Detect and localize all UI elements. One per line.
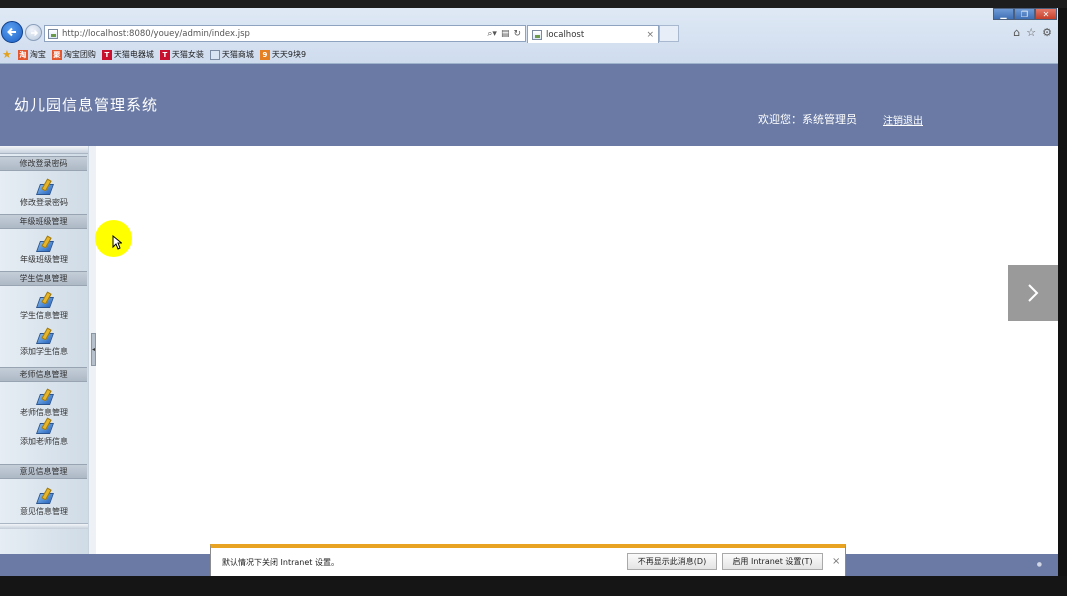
screen-top-strip <box>0 0 1067 8</box>
forward-button[interactable] <box>25 24 42 41</box>
sidebar-item-teacher-management[interactable]: 老师信息管理 <box>0 389 88 418</box>
screen-bottom-strip <box>0 576 1067 596</box>
forward-arrow-icon <box>30 29 38 36</box>
back-arrow-icon <box>7 27 16 37</box>
close-icon[interactable]: × <box>832 556 840 567</box>
edit-icon <box>36 389 52 405</box>
taobao-icon: 淘 <box>17 49 28 60</box>
close-icon: ✕ <box>1042 9 1050 19</box>
welcome-text: 欢迎您：系统管理员 <box>758 113 857 126</box>
favorite-link[interactable]: 聚 淘宝团购 <box>51 49 96 60</box>
browser-tools: ⌂ ☆ ⚙ <box>1013 26 1052 39</box>
search-icon[interactable]: ⌕▾ <box>487 29 497 39</box>
sidebar-item-add-teacher[interactable]: 添加老师信息 <box>0 418 88 447</box>
tab-title: localhost <box>546 29 585 40</box>
sidebar-bottom-bar <box>0 523 88 529</box>
address-text[interactable]: http://localhost:8080/youey/admin/index.… <box>62 29 487 39</box>
notification-bar: 默认情况下关闭 Intranet 设置。 不再显示此消息(D) 启用 Intra… <box>210 544 846 577</box>
favorite-link[interactable]: 天猫商城 <box>209 49 254 60</box>
sidebar-item-student-management[interactable]: 学生信息管理 <box>0 292 88 321</box>
page-icon <box>48 28 58 39</box>
favorites-star-icon[interactable]: ★ <box>2 49 12 60</box>
sidebar-group-title[interactable]: 学生信息管理 <box>0 271 87 286</box>
sidebar-item-feedback-management[interactable]: 意见信息管理 <box>0 488 88 517</box>
screen-right-gutter <box>1058 8 1067 576</box>
sidebar-item-label: 意见信息管理 <box>20 507 68 516</box>
minimize-icon: ▁ <box>1000 9 1007 19</box>
sidebar-item-change-password[interactable]: 修改登录密码 <box>0 179 88 208</box>
new-tab-button[interactable] <box>659 25 679 42</box>
edit-icon <box>36 418 52 434</box>
favorite-link[interactable]: 淘 淘宝 <box>17 49 46 60</box>
sidebar-item-label: 年级班级管理 <box>20 255 68 264</box>
sidebar-group-title[interactable]: 老师信息管理 <box>0 367 87 382</box>
favorite-link[interactable]: 9 天天9块9 <box>259 49 306 60</box>
back-button[interactable] <box>1 21 23 43</box>
system-title: 幼儿园信息管理系统 <box>14 96 159 114</box>
edit-icon <box>36 292 52 308</box>
main-content-area <box>96 146 1058 554</box>
next-slide-button[interactable] <box>1008 265 1058 321</box>
edit-icon <box>36 328 52 344</box>
window-controls: ▁ ❐ ✕ <box>993 8 1057 20</box>
logout-link[interactable]: 注销退出 <box>883 112 923 127</box>
sidebar-item-label: 添加学生信息 <box>20 347 68 356</box>
chevron-right-icon <box>1028 284 1039 302</box>
mouse-pointer-icon <box>112 235 122 250</box>
sidebar-item-label: 添加老师信息 <box>20 437 68 446</box>
tmall-icon: T <box>101 49 112 60</box>
favorites-star-icon[interactable]: ☆ <box>1026 26 1036 39</box>
dont-show-again-button[interactable]: 不再显示此消息(D) <box>627 553 717 570</box>
sidebar-top-bar <box>0 146 88 154</box>
sidebar-group-title[interactable]: 年级班级管理 <box>0 214 87 229</box>
home-icon[interactable]: ⌂ <box>1013 26 1020 39</box>
sidebar-item-add-student[interactable]: 添加学生信息 <box>0 328 88 357</box>
enable-intranet-button[interactable]: 启用 Intranet 设置(T) <box>722 553 823 570</box>
sidebar: 修改登录密码 修改登录密码 年级班级管理 年级班级管理 学生信息管理 学生信息管… <box>0 146 88 554</box>
browser-chrome: http://localhost:8080/youey/admin/index.… <box>0 8 1058 64</box>
refresh-icon[interactable]: ↻ <box>513 29 521 39</box>
minimize-button[interactable]: ▁ <box>993 8 1014 20</box>
restore-button[interactable]: ❐ <box>1014 8 1035 20</box>
compat-view-icon[interactable]: ▤ <box>501 29 510 39</box>
close-window-button[interactable]: ✕ <box>1035 8 1057 20</box>
browser-tab[interactable]: localhost × <box>527 25 659 43</box>
favorites-bar: ★ 淘 淘宝 聚 淘宝团购 T 天猫电器城 T 天猫女装 天猫商城 9 天天9块… <box>0 46 1058 63</box>
sidebar-item-label: 学生信息管理 <box>20 311 68 320</box>
footer-dot: ● <box>1036 561 1042 568</box>
restore-icon: ❐ <box>1020 9 1029 19</box>
edit-icon <box>36 179 52 195</box>
page-icon <box>209 49 220 60</box>
tmall-icon: T <box>159 49 170 60</box>
app-header: 幼儿园信息管理系统 欢迎您：系统管理员 注销退出 <box>0 64 1058 146</box>
edit-icon <box>36 236 52 252</box>
taobao-group-icon: 聚 <box>51 49 62 60</box>
sidebar-item-label: 修改登录密码 <box>20 198 68 207</box>
sidebar-item-class-management[interactable]: 年级班级管理 <box>0 236 88 265</box>
address-tools: ⌕▾ ▤ ↻ <box>487 29 525 39</box>
sidebar-group-title[interactable]: 修改登录密码 <box>0 156 87 171</box>
sidebar-item-label: 老师信息管理 <box>20 408 68 417</box>
sidebar-splitter[interactable]: ◂ <box>88 146 96 554</box>
edit-icon <box>36 488 52 504</box>
favorite-link[interactable]: T 天猫女装 <box>159 49 204 60</box>
tiantian-icon: 9 <box>259 49 270 60</box>
favorite-link[interactable]: T 天猫电器城 <box>101 49 154 60</box>
tab-page-icon <box>532 29 542 40</box>
notification-message: 默认情况下关闭 Intranet 设置。 <box>222 558 339 567</box>
settings-gear-icon[interactable]: ⚙ <box>1042 26 1052 39</box>
sidebar-group-title[interactable]: 意见信息管理 <box>0 464 87 479</box>
address-bar[interactable]: http://localhost:8080/youey/admin/index.… <box>44 25 526 42</box>
tab-close-icon[interactable]: × <box>646 30 658 40</box>
